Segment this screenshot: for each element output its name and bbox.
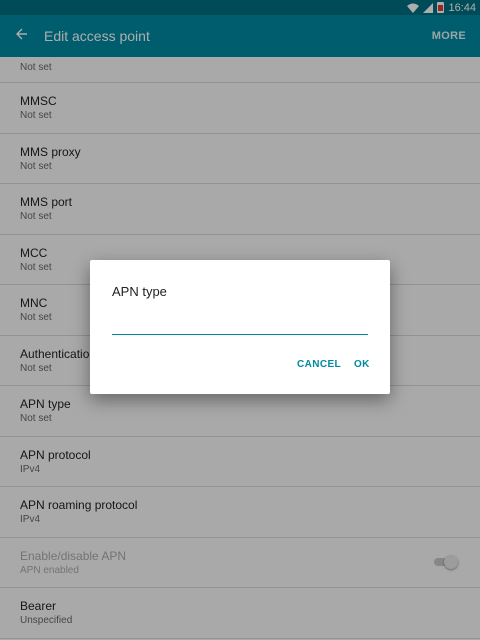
apn-type-input[interactable] — [112, 310, 368, 335]
dialog-title: APN type — [112, 284, 167, 299]
apn-type-dialog: APN type CANCEL OK — [90, 260, 390, 394]
ok-button[interactable]: OK — [354, 359, 370, 370]
cancel-button[interactable]: CANCEL — [297, 359, 341, 370]
